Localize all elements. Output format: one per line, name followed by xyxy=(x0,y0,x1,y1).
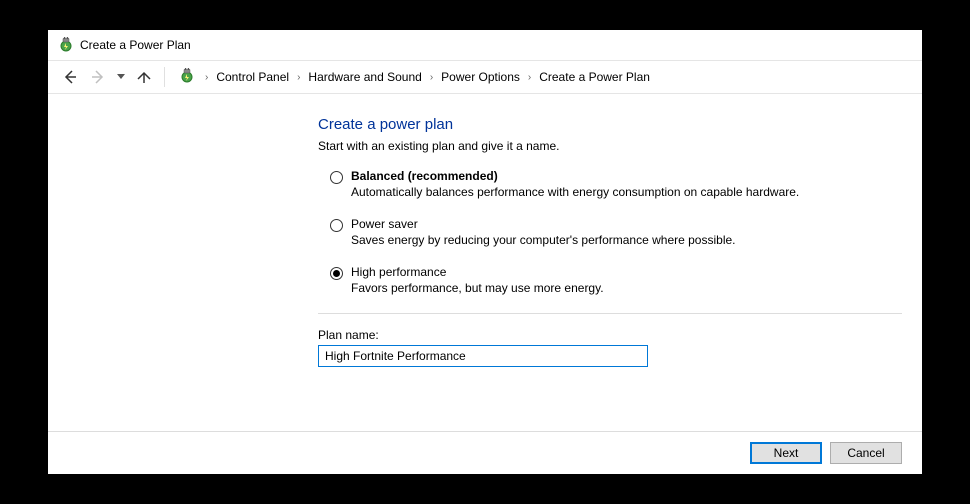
plan-title: Power saver xyxy=(351,217,736,231)
chevron-right-icon[interactable]: › xyxy=(526,72,533,83)
nav-separator xyxy=(164,67,165,87)
breadcrumb-create-power-plan[interactable]: Create a Power Plan xyxy=(537,68,652,86)
breadcrumb: › Control Panel › Hardware and Sound › P… xyxy=(203,68,652,86)
breadcrumb-power-options[interactable]: Power Options xyxy=(439,68,522,86)
window: Create a Power Plan xyxy=(48,30,922,474)
back-button[interactable] xyxy=(58,65,82,89)
plan-desc: Favors performance, but may use more ene… xyxy=(351,281,604,295)
history-dropdown[interactable] xyxy=(114,74,128,80)
next-button[interactable]: Next xyxy=(750,442,822,464)
power-options-icon xyxy=(179,68,195,87)
chevron-right-icon[interactable]: › xyxy=(428,72,435,83)
cancel-button[interactable]: Cancel xyxy=(830,442,902,464)
plan-name-label: Plan name: xyxy=(318,328,902,342)
power-options-icon xyxy=(58,37,74,53)
navbar: › Control Panel › Hardware and Sound › P… xyxy=(48,60,922,94)
content-area: Create a power plan Start with an existi… xyxy=(48,94,922,431)
chevron-right-icon[interactable]: › xyxy=(203,72,210,83)
footer: Next Cancel xyxy=(48,431,922,474)
plan-name-input[interactable] xyxy=(318,345,648,367)
plan-desc: Automatically balances performance with … xyxy=(351,185,799,199)
plan-option-highperf[interactable]: High performance Favors performance, but… xyxy=(318,265,902,295)
plan-option-powersaver[interactable]: Power saver Saves energy by reducing you… xyxy=(318,217,902,247)
breadcrumb-control-panel[interactable]: Control Panel xyxy=(214,68,291,86)
radio-highperf[interactable] xyxy=(330,267,343,280)
radio-balanced[interactable] xyxy=(330,171,343,184)
radio-powersaver[interactable] xyxy=(330,219,343,232)
forward-button[interactable] xyxy=(86,65,110,89)
titlebar: Create a Power Plan xyxy=(48,30,922,60)
chevron-right-icon[interactable]: › xyxy=(295,72,302,83)
plan-desc: Saves energy by reducing your computer's… xyxy=(351,233,736,247)
window-title: Create a Power Plan xyxy=(80,38,191,52)
plan-title: Balanced (recommended) xyxy=(351,169,799,183)
page-subtitle: Start with an existing plan and give it … xyxy=(318,139,902,153)
breadcrumb-hardware-sound[interactable]: Hardware and Sound xyxy=(306,68,423,86)
plan-title: High performance xyxy=(351,265,604,279)
plan-option-balanced[interactable]: Balanced (recommended) Automatically bal… xyxy=(318,169,902,199)
up-button[interactable] xyxy=(132,65,156,89)
divider xyxy=(318,313,902,314)
page-heading: Create a power plan xyxy=(318,116,902,133)
